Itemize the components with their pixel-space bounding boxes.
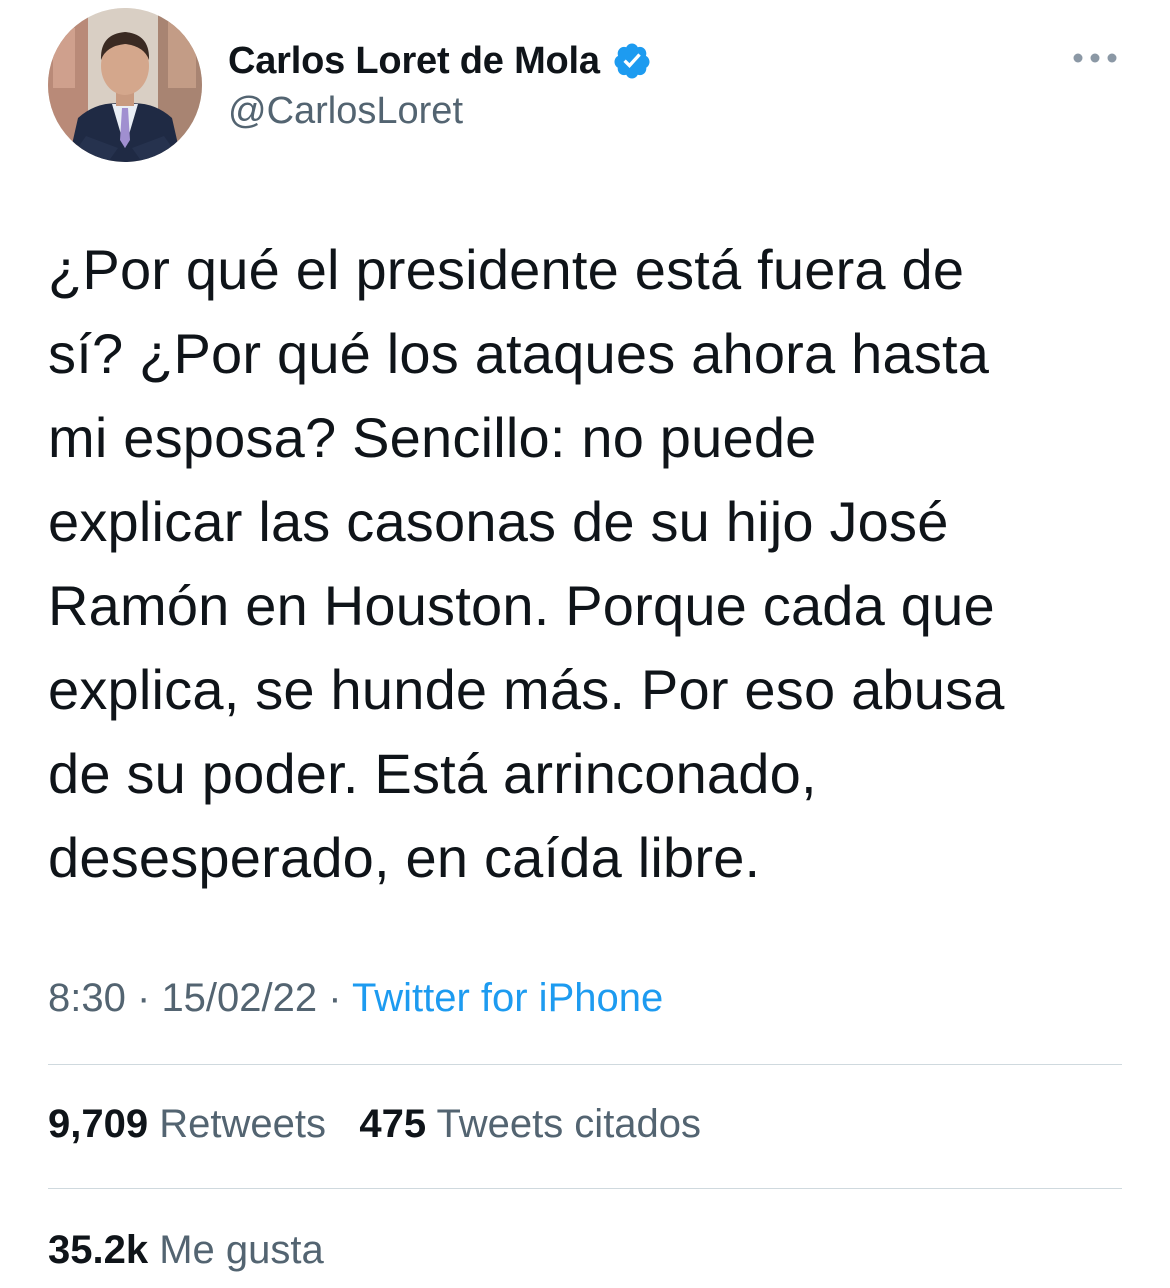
tweet-text-line: mi esposa? Sencillo: no puede bbox=[48, 406, 817, 469]
divider bbox=[48, 1188, 1122, 1189]
avatar[interactable] bbox=[48, 8, 202, 162]
tweet-text-line: Ramón en Houston. Porque cada que bbox=[48, 574, 995, 637]
tweet-text-line: de su poder. Está arrinconado, bbox=[48, 742, 817, 805]
stats-row: 9,709 Retweets 475 Tweets citados bbox=[48, 1102, 701, 1147]
likes-count: 35.2k bbox=[48, 1228, 149, 1272]
tweet-date[interactable]: 15/02/22 bbox=[161, 976, 317, 1020]
quotes-count: 475 bbox=[359, 1102, 427, 1146]
tweet-text-line: desesperado, en caída libre. bbox=[48, 826, 761, 889]
avatar-photo bbox=[48, 8, 202, 162]
tweet-text-line: ¿Por qué el presidente está fuera de bbox=[48, 238, 965, 301]
tweet-text-line: sí? ¿Por qué los ataques ahora hasta bbox=[48, 322, 990, 385]
tweet-text-line: explica, se hunde más. Por eso abusa bbox=[48, 658, 1005, 721]
author-display-name[interactable]: Carlos Loret de Mola bbox=[228, 40, 600, 83]
tweet-text-line: explicar las casonas de su hijo José bbox=[48, 490, 949, 553]
retweets-count: 9,709 bbox=[48, 1102, 149, 1146]
author-handle[interactable]: @CarlosLoret bbox=[228, 90, 463, 133]
tweet-time[interactable]: 8:30 bbox=[48, 976, 126, 1020]
likes-row: 35.2k Me gusta bbox=[48, 1228, 324, 1273]
author-name-row: Carlos Loret de Mola bbox=[228, 36, 652, 86]
retweets-stat[interactable]: 9,709 Retweets bbox=[48, 1102, 326, 1146]
verified-badge-icon bbox=[612, 41, 652, 81]
quote-tweets-stat[interactable]: 475 Tweets citados bbox=[359, 1102, 701, 1146]
tweet-meta: 8:30 · 15/02/22 · Twitter for iPhone bbox=[48, 976, 663, 1021]
quotes-label: Tweets citados bbox=[436, 1102, 702, 1146]
divider bbox=[48, 1064, 1122, 1065]
tweet-source-link[interactable]: Twitter for iPhone bbox=[352, 976, 663, 1020]
tweet-text: ¿Por qué el presidente está fuera de sí?… bbox=[48, 228, 1128, 900]
tweet-card: Carlos Loret de Mola @CarlosLoret ¿Por q… bbox=[0, 0, 1170, 1288]
meta-separator: · bbox=[136, 976, 151, 1020]
retweets-label: Retweets bbox=[159, 1102, 326, 1146]
more-horizontal-icon[interactable] bbox=[1070, 48, 1120, 68]
likes-label: Me gusta bbox=[159, 1228, 324, 1272]
meta-separator: · bbox=[328, 976, 342, 1020]
likes-stat[interactable]: 35.2k Me gusta bbox=[48, 1228, 324, 1272]
